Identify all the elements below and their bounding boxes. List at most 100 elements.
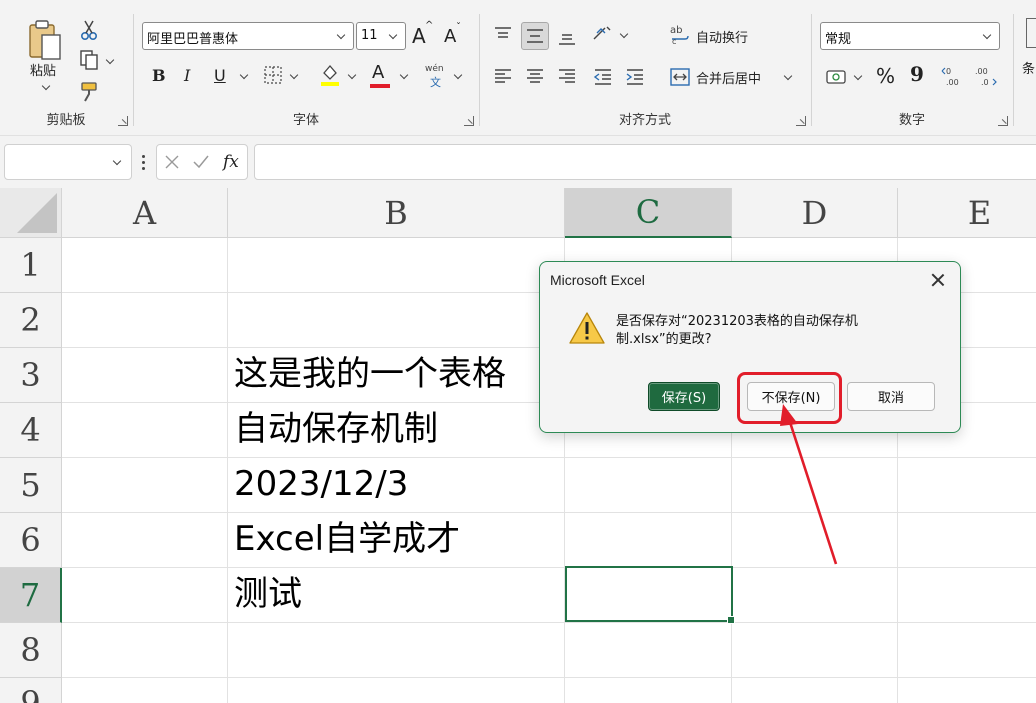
decrease-decimal-icon[interactable]: .00.0 [972,64,998,88]
cell-b4[interactable]: 自动保存机制 [234,409,438,449]
comma-style-button[interactable]: 9 [910,62,924,86]
bold-button[interactable]: B [152,66,166,85]
row-header-5[interactable]: 5 [0,458,62,513]
merge-center-icon[interactable] [668,66,692,88]
align-left-icon[interactable] [492,66,514,88]
column-header-b[interactable]: B [228,188,565,238]
align-top-icon[interactable] [492,24,514,46]
paste-label[interactable]: 粘贴 [30,60,56,79]
cell-b6[interactable]: Excel自学成才 [234,519,460,559]
accounting-format-icon[interactable] [824,66,848,88]
cancel-entry-icon[interactable] [163,153,181,171]
cell-b7[interactable]: 测试 [234,574,302,614]
column-header-d[interactable]: D [732,188,898,238]
font-size-chevron-down-icon[interactable] [389,31,399,41]
row-header-9[interactable]: 9 [0,678,62,703]
italic-button[interactable]: I [184,66,190,85]
active-cell-c7[interactable] [565,566,735,624]
gridline [62,512,1036,513]
gridline [62,567,1036,568]
font-group: 阿里巴巴普惠体 11 A ^ A ˇ B I U A wén 文 字体 [134,8,478,132]
orientation-chevron-down-icon[interactable] [620,30,630,40]
column-header-e[interactable]: E [898,188,1036,238]
svg-text:.0: .0 [981,78,989,87]
column-header-a[interactable]: A [62,188,228,238]
number-format-combobox[interactable]: 常规 [820,22,1000,50]
ribbon-top-strip [0,0,1036,6]
group-divider [1013,14,1014,126]
cell-b5[interactable]: 2023/12/3 [234,464,408,504]
increase-decimal-icon[interactable]: 0.00 [940,64,966,88]
align-center-icon[interactable] [524,66,546,88]
formula-bar-grip-icon[interactable] [141,154,145,170]
formula-input[interactable] [254,144,1036,180]
align-right-icon[interactable] [556,66,578,88]
accounting-chevron-down-icon[interactable] [854,72,864,82]
row-header-6[interactable]: 6 [0,513,62,568]
align-bottom-icon[interactable] [556,26,578,48]
font-size-combobox[interactable]: 11 [356,22,406,50]
clipboard-dialog-launcher-icon[interactable] [118,116,128,126]
row-header-4[interactable]: 4 [0,403,62,458]
gridline [62,677,1036,678]
name-box[interactable] [4,144,132,180]
font-name-chevron-down-icon[interactable] [337,31,347,41]
cut-scissors-icon[interactable] [78,18,100,42]
underline-chevron-down-icon[interactable] [240,71,250,81]
wrap-text-label[interactable]: 自动换行 [696,27,748,46]
svg-text:c: c [672,37,676,45]
grow-font-button[interactable]: A [412,24,426,48]
cell-b3[interactable]: 这是我的一个表格 [234,354,506,394]
shrink-caret-icon: ˇ [456,22,461,33]
font-dialog-launcher-icon[interactable] [464,116,474,126]
confirm-entry-icon[interactable] [191,153,211,171]
number-format-chevron-down-icon[interactable] [983,31,993,41]
cancel-button[interactable]: 取消 [847,382,935,411]
svg-text:.00: .00 [975,67,988,76]
font-color-button[interactable]: A [372,62,384,83]
borders-icon[interactable] [262,64,284,86]
underline-button[interactable]: U [214,66,226,85]
merge-center-chevron-down-icon[interactable] [784,72,794,82]
save-button[interactable]: 保存(S) [648,382,720,411]
close-icon[interactable] [928,270,948,290]
alignment-dialog-launcher-icon[interactable] [796,116,806,126]
font-color-swatch [370,84,390,88]
borders-chevron-down-icon[interactable] [290,71,300,81]
orientation-icon[interactable] [590,22,614,46]
phonetic-chevron-down-icon[interactable] [454,71,464,81]
paste-icon[interactable] [26,18,66,64]
increase-indent-icon[interactable] [624,66,646,88]
number-dialog-launcher-icon[interactable] [998,116,1008,126]
row-header-2[interactable]: 2 [0,293,62,348]
svg-text:ab: ab [670,25,682,36]
column-header-c[interactable]: C [565,188,732,238]
font-name-value: 阿里巴巴普惠体 [147,32,239,47]
row-header-1[interactable]: 1 [0,238,62,293]
format-painter-icon[interactable] [78,80,100,104]
copy-icon[interactable] [78,48,100,72]
name-box-chevron-down-icon[interactable] [113,157,123,167]
paste-dropdown-chevron-down-icon[interactable] [42,82,52,92]
copy-dropdown-chevron-down-icon[interactable] [106,56,116,66]
dialog-message: 是否保存对“20231203表格的自动保存机制.xlsx”的更改? [616,314,858,347]
insert-function-fx-button[interactable]: fx [223,152,239,172]
warning-icon [568,310,606,346]
row-header-8[interactable]: 8 [0,623,62,678]
phonetic-bottom-label[interactable]: 文 [430,74,441,90]
font-name-combobox[interactable]: 阿里巴巴普惠体 [142,22,354,50]
styles-partial-label[interactable]: 条 [1022,58,1035,77]
row-header-3[interactable]: 3 [0,348,62,403]
wrap-text-icon[interactable]: ab c [668,22,692,46]
select-all-corner[interactable] [0,188,62,238]
row-header-7[interactable]: 7 [0,568,62,623]
fill-color-icon[interactable] [318,62,342,88]
decrease-indent-icon[interactable] [592,66,614,88]
phonetic-top-label[interactable]: wén [425,64,444,74]
font-color-chevron-down-icon[interactable] [400,71,410,81]
shrink-font-button[interactable]: A [444,26,456,47]
fill-color-chevron-down-icon[interactable] [348,71,358,81]
percent-button[interactable]: % [876,64,895,88]
conditional-format-partial-icon[interactable] [1026,18,1036,48]
merge-center-label[interactable]: 合并后居中 [696,68,761,87]
